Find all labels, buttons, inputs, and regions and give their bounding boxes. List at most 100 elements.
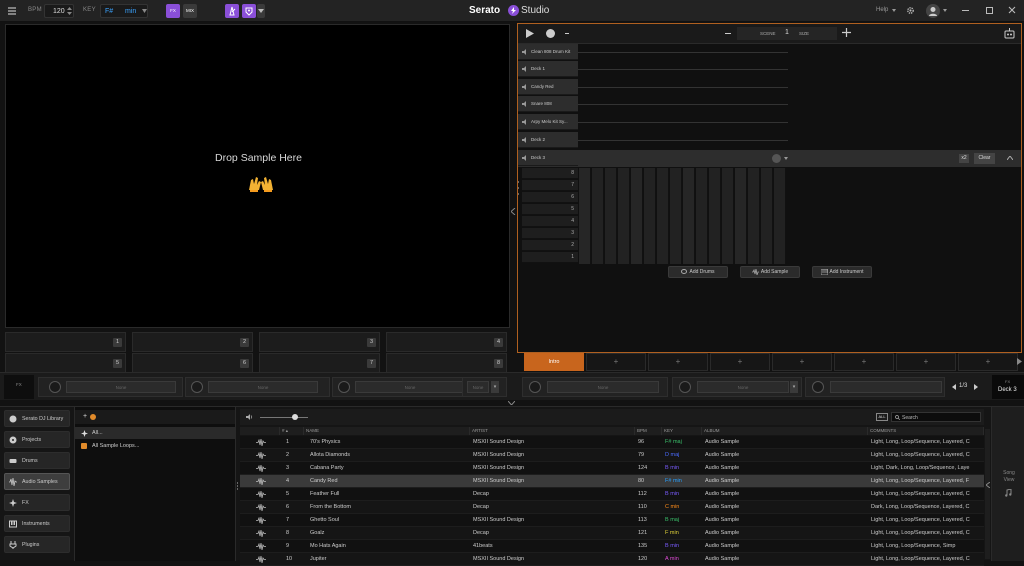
metronome-button[interactable] (225, 4, 239, 18)
track-lane[interactable] (578, 69, 788, 70)
scene-add-slot[interactable]: + (772, 353, 832, 371)
table-row[interactable]: 1 70's Physics MSXII Sound Design 96 F# maj A… (240, 436, 984, 449)
waveform-icon[interactable] (256, 465, 266, 472)
close-window-icon[interactable] (1008, 6, 1016, 14)
sample-drop-zone[interactable]: Drop Sample Here (5, 24, 510, 328)
step-column[interactable] (696, 168, 708, 264)
track-lane[interactable] (578, 122, 788, 123)
fx-select[interactable]: None (697, 381, 789, 393)
step-column[interactable] (644, 168, 656, 264)
speaker-icon[interactable] (522, 155, 528, 161)
swing-knob-icon[interactable] (772, 154, 781, 163)
swing-chevron-icon[interactable] (784, 157, 788, 160)
track-lane[interactable] (578, 52, 788, 53)
maximize-window-icon[interactable] (986, 7, 993, 14)
column-header-comments[interactable]: COMMENTS (868, 427, 984, 435)
grid-key-row[interactable]: 8 (522, 168, 578, 179)
scene-minus-icon[interactable] (725, 33, 731, 34)
table-row[interactable]: 4 Candy Red MSXII Sound Design 80 F# min Audi… (240, 475, 984, 488)
bpm-stepper-icon[interactable] (67, 7, 72, 15)
sample-pad-2[interactable]: 2 (132, 332, 253, 352)
speaker-icon[interactable] (522, 119, 528, 125)
fx-page-next-icon[interactable] (974, 384, 978, 390)
step-column[interactable] (735, 168, 747, 264)
fx-knob-icon[interactable] (812, 381, 824, 393)
step-column[interactable] (605, 168, 617, 264)
panel-collapse-handle-icon[interactable] (511, 208, 516, 215)
splitter-chevron-icon[interactable] (508, 401, 515, 405)
add-drums-button[interactable]: Add Drums (668, 266, 728, 278)
fx-select[interactable]: None (66, 381, 176, 393)
sample-pad-8[interactable]: 8 (386, 353, 507, 373)
scene-intro[interactable]: Intro (524, 353, 584, 371)
sample-pad-1[interactable]: 1 (5, 332, 126, 352)
waveform-icon[interactable] (256, 504, 266, 511)
step-column[interactable] (592, 168, 604, 264)
gear-icon[interactable] (906, 6, 915, 15)
column-header-name[interactable]: NAME (304, 427, 470, 435)
tree-item-all-sample-loops[interactable]: All Sample Loops... (75, 440, 235, 452)
tree-item-all[interactable]: All... (75, 427, 235, 439)
table-row[interactable]: 7 Ghetto Soul MSXII Sound Design 113 B maj Au… (240, 514, 984, 527)
mix-button[interactable]: MIX (183, 4, 197, 18)
track-lane[interactable] (578, 104, 788, 105)
mixer-robot-icon[interactable] (1004, 28, 1015, 39)
track-header[interactable]: Candy Red (518, 79, 578, 95)
column-header-artist[interactable]: ARTIST (470, 427, 635, 435)
fx-knob-icon[interactable] (679, 381, 691, 393)
speaker-icon[interactable] (522, 66, 528, 72)
fx-select[interactable] (830, 381, 942, 393)
grid-key-row[interactable]: 3 (522, 228, 578, 239)
column-header-preview[interactable] (240, 427, 280, 435)
step-column[interactable] (657, 168, 669, 264)
key-dropdown-icon[interactable] (142, 9, 147, 13)
collapse-track-icon[interactable] (1007, 156, 1013, 160)
step-column[interactable] (748, 168, 760, 264)
table-row[interactable]: 2 Allota Diamonds MSXII Sound Design 79 D ma… (240, 449, 984, 462)
fx-knob-icon[interactable] (338, 381, 350, 393)
fx-select[interactable]: None (467, 381, 489, 393)
fx-knob-icon[interactable] (191, 381, 203, 393)
hamburger-menu-icon[interactable] (7, 6, 17, 16)
step-column[interactable] (722, 168, 734, 264)
waveform-icon[interactable] (256, 478, 266, 485)
fx-tab[interactable]: FX (4, 375, 34, 399)
scene-add-slot[interactable]: + (648, 353, 708, 371)
scene-add-slot[interactable]: + (710, 353, 770, 371)
help-menu[interactable]: Help (876, 7, 888, 13)
waveform-icon[interactable] (256, 439, 266, 446)
fx-knob-icon[interactable] (49, 381, 61, 393)
fx-select[interactable]: None (355, 381, 465, 393)
step-column[interactable] (670, 168, 682, 264)
scene-add-slot[interactable]: + (896, 353, 956, 371)
clear-button[interactable]: Clear (974, 153, 995, 164)
sample-pad-5[interactable]: 5 (5, 353, 126, 373)
column-header-album[interactable]: ALBUM (702, 427, 868, 435)
waveform-icon[interactable] (256, 452, 266, 459)
column-header-bpm[interactable]: BPM (635, 427, 662, 435)
grid-key-row[interactable]: 2 (522, 240, 578, 251)
scene-plus-icon[interactable] (842, 28, 851, 37)
preview-volume-icon[interactable] (246, 414, 253, 420)
step-column[interactable] (761, 168, 773, 264)
waveform-icon[interactable] (256, 491, 266, 498)
step-column[interactable] (709, 168, 721, 264)
speaker-icon[interactable] (522, 101, 528, 107)
sidebar-item-audio-samples[interactable]: Audio Samples (4, 473, 70, 490)
add-instrument-button[interactable]: Add Instrument (812, 266, 872, 278)
preview-volume-slider[interactable] (260, 417, 308, 418)
fx-select[interactable]: None (547, 381, 659, 393)
sidebar-item-fx[interactable]: FX (4, 494, 70, 511)
speaker-icon[interactable] (522, 84, 528, 90)
column-header-number[interactable]: # ▴ (280, 427, 304, 435)
column-header-key[interactable]: KEY (662, 427, 702, 435)
step-column[interactable] (683, 168, 695, 264)
waveform-icon[interactable] (256, 530, 266, 537)
sidebar-item-projects[interactable]: Projects (4, 431, 70, 448)
minimize-window-icon[interactable] (962, 10, 969, 11)
record-options-icon[interactable] (565, 33, 569, 34)
table-row[interactable]: 3 Cabana Party MSXII Sound Design 124 B min A… (240, 462, 984, 475)
step-multiplier[interactable]: x2 (959, 154, 969, 163)
sidebar-item-drums[interactable]: Drums (4, 452, 70, 469)
speaker-icon[interactable] (522, 137, 528, 143)
